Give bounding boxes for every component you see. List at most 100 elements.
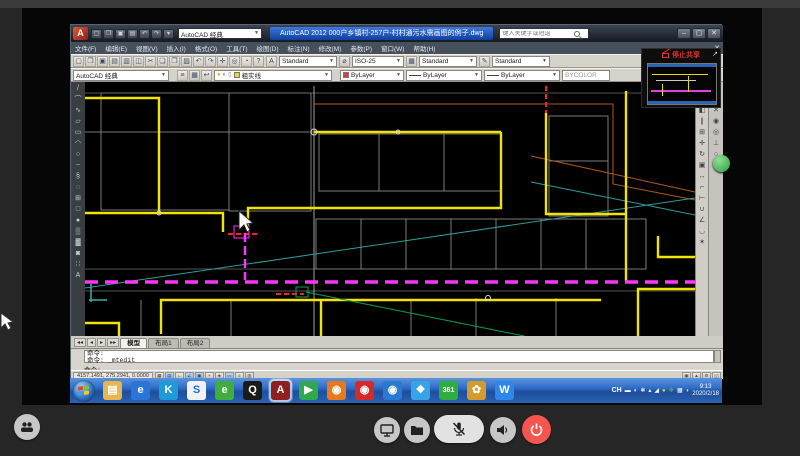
menu-item-11[interactable]: 帮助(H) bbox=[413, 43, 435, 53]
undo-icon[interactable]: ↶ bbox=[193, 56, 204, 67]
tab-布局2[interactable]: 布局2 bbox=[180, 338, 211, 348]
infocenter-search[interactable] bbox=[499, 28, 589, 39]
lineweight-combo[interactable]: ByLayer▼ bbox=[484, 70, 560, 81]
undo-icon[interactable]: ↶ bbox=[139, 29, 150, 39]
rectangle-icon[interactable]: ▭ bbox=[75, 128, 82, 137]
table-icon[interactable]: ∷ bbox=[76, 260, 80, 269]
assistant-floating-icon[interactable] bbox=[713, 155, 730, 172]
menu-item-10[interactable]: 窗口(W) bbox=[381, 43, 404, 53]
layer-freeze-icon[interactable]: ◐ bbox=[223, 72, 227, 78]
sogou-icon[interactable]: S bbox=[187, 381, 206, 400]
save-icon[interactable]: ▣ bbox=[115, 29, 126, 39]
share-preview-thumbnail[interactable] bbox=[647, 63, 717, 105]
paste-icon[interactable]: ❒ bbox=[169, 56, 180, 67]
taskbar-clock[interactable]: 9:13 2020/2/18 bbox=[692, 384, 719, 398]
snap-per-icon[interactable]: ⊥ bbox=[713, 139, 719, 148]
media-player-icon[interactable]: ▶ bbox=[299, 381, 318, 400]
save-icon[interactable]: ▣ bbox=[97, 56, 108, 67]
qat-dropdown-icon[interactable]: ▾ bbox=[163, 29, 174, 39]
folder-share-button[interactable] bbox=[404, 417, 430, 443]
menu-item-7[interactable]: 标注(N) bbox=[288, 43, 310, 53]
offset-icon[interactable]: ∥ bbox=[700, 117, 704, 126]
tab-prev-icon[interactable]: ◂ bbox=[87, 338, 96, 347]
redo-icon[interactable]: ↷ bbox=[151, 29, 162, 39]
layer-properties-icon[interactable]: ≡ bbox=[177, 70, 188, 81]
hatch-icon[interactable]: ▒ bbox=[76, 227, 81, 236]
text-style-combo[interactable]: Standard▼ bbox=[279, 56, 337, 67]
trim-icon[interactable]: ⌐ bbox=[700, 183, 704, 192]
match-properties-icon[interactable]: ▨ bbox=[181, 56, 192, 67]
revcloud-icon[interactable]: ~ bbox=[76, 161, 80, 170]
app-361-icon[interactable]: 361 bbox=[439, 381, 458, 400]
zoom-realtime-icon[interactable]: ◎ bbox=[229, 56, 240, 67]
rotate-icon[interactable]: ↻ bbox=[699, 150, 705, 159]
fillet-icon[interactable]: ◡ bbox=[699, 227, 705, 236]
gradient-icon[interactable]: ▓ bbox=[75, 238, 80, 247]
table-style-icon[interactable]: ▦ bbox=[406, 56, 417, 67]
red-app-icon[interactable]: ◉ bbox=[355, 381, 374, 400]
screen-share-button[interactable] bbox=[374, 417, 400, 443]
new-icon[interactable]: ▢ bbox=[73, 56, 84, 67]
expand-icon[interactable]: ↗ bbox=[712, 50, 718, 58]
tray-security-icon[interactable]: ● bbox=[662, 388, 666, 394]
mleader-style-combo[interactable]: Standard▼ bbox=[492, 56, 550, 67]
tab-last-icon[interactable]: ▸▸ bbox=[107, 338, 119, 347]
array-icon[interactable]: ⊞ bbox=[699, 128, 705, 137]
region-icon[interactable]: ◙ bbox=[76, 249, 80, 258]
blue-app-icon[interactable]: ◉ bbox=[383, 381, 402, 400]
layer-lock-icon[interactable]: ▯ bbox=[228, 72, 231, 78]
open-icon[interactable]: ❐ bbox=[85, 56, 96, 67]
qq-icon[interactable]: Q bbox=[243, 381, 262, 400]
dim-style-icon[interactable]: ⌀ bbox=[339, 56, 350, 67]
menu-item-2[interactable]: 视图(V) bbox=[136, 43, 158, 53]
close-button[interactable]: ✕ bbox=[707, 28, 721, 39]
tray-hidden-icon[interactable]: ▴ bbox=[648, 388, 651, 394]
stop-share-button[interactable]: 停止共享 bbox=[642, 49, 720, 61]
break-icon[interactable]: ∪ bbox=[699, 205, 704, 214]
point-icon[interactable]: ● bbox=[76, 216, 80, 225]
menu-item-4[interactable]: 格式(O) bbox=[195, 43, 217, 53]
mleader-style-icon[interactable]: ✎ bbox=[479, 56, 490, 67]
cad-canvas[interactable] bbox=[85, 82, 695, 336]
chamfer-icon[interactable]: ∠ bbox=[699, 216, 705, 225]
language-indicator[interactable]: CH bbox=[612, 387, 622, 394]
menu-item-0[interactable]: 文件(F) bbox=[75, 43, 96, 53]
move-icon[interactable]: ✛ bbox=[699, 139, 705, 148]
start-button[interactable] bbox=[73, 380, 95, 402]
tray-network-icon[interactable]: ◐ bbox=[634, 388, 638, 394]
polyline-icon[interactable]: ∿ bbox=[75, 106, 81, 115]
menu-item-8[interactable]: 修改(M) bbox=[319, 43, 342, 53]
snap-node-icon[interactable]: ◎ bbox=[713, 128, 719, 137]
line-icon[interactable]: / bbox=[77, 84, 79, 93]
command-line-window[interactable]: 命令: 命令: _mtedit 命令: bbox=[71, 348, 723, 370]
explode-icon[interactable]: ✶ bbox=[699, 238, 705, 247]
layer-prev-icon[interactable]: ↩ bbox=[201, 70, 212, 81]
ie-icon[interactable]: e bbox=[131, 381, 150, 400]
bird-app-icon[interactable]: ❖ bbox=[411, 381, 430, 400]
restore-button[interactable]: ▢ bbox=[692, 28, 706, 39]
green-browser-icon[interactable]: e bbox=[215, 381, 234, 400]
tray-moon-icon[interactable]: ◖ bbox=[686, 388, 690, 394]
menu-item-1[interactable]: 编辑(E) bbox=[105, 43, 127, 53]
swirl-app-icon[interactable]: ✿ bbox=[467, 381, 486, 400]
layer-combo[interactable]: ● ◐ ▯ 粗实线 ▼ bbox=[214, 70, 332, 81]
k-player-icon[interactable]: K bbox=[159, 381, 178, 400]
search-input[interactable] bbox=[502, 31, 574, 37]
drawing-area[interactable]: /⌒∿▱▭◠○~§◌⊞□●▒▓◙∷A ✕❏◧∥⊞✛↻▣↔⌐⊢∪∠◡✶ ▫△✕◉◎… bbox=[71, 82, 723, 336]
autocad-taskbar-icon[interactable]: A bbox=[271, 381, 290, 400]
copy-icon[interactable]: ❏ bbox=[157, 56, 168, 67]
autocad-logo-icon[interactable]: A bbox=[73, 27, 88, 40]
menu-item-9[interactable]: 参数(P) bbox=[350, 43, 372, 53]
mtext-icon[interactable]: A bbox=[76, 271, 81, 280]
plot-preview-icon[interactable]: ▥ bbox=[121, 56, 132, 67]
wps-icon[interactable]: W bbox=[495, 381, 514, 400]
linetype-combo[interactable]: ByLayer▼ bbox=[406, 70, 482, 81]
explorer-icon[interactable]: ▤ bbox=[103, 381, 122, 400]
cut-icon[interactable]: ✂ bbox=[145, 56, 156, 67]
snap-cen-icon[interactable]: ◉ bbox=[713, 117, 719, 126]
tray-signal-icon[interactable]: ◢ bbox=[654, 388, 659, 394]
pan-icon[interactable]: ✛ bbox=[217, 56, 228, 67]
ellipse-icon[interactable]: ◌ bbox=[76, 183, 80, 192]
menu-item-3[interactable]: 插入(I) bbox=[167, 43, 186, 53]
tab-first-icon[interactable]: ◂◂ bbox=[74, 338, 86, 347]
